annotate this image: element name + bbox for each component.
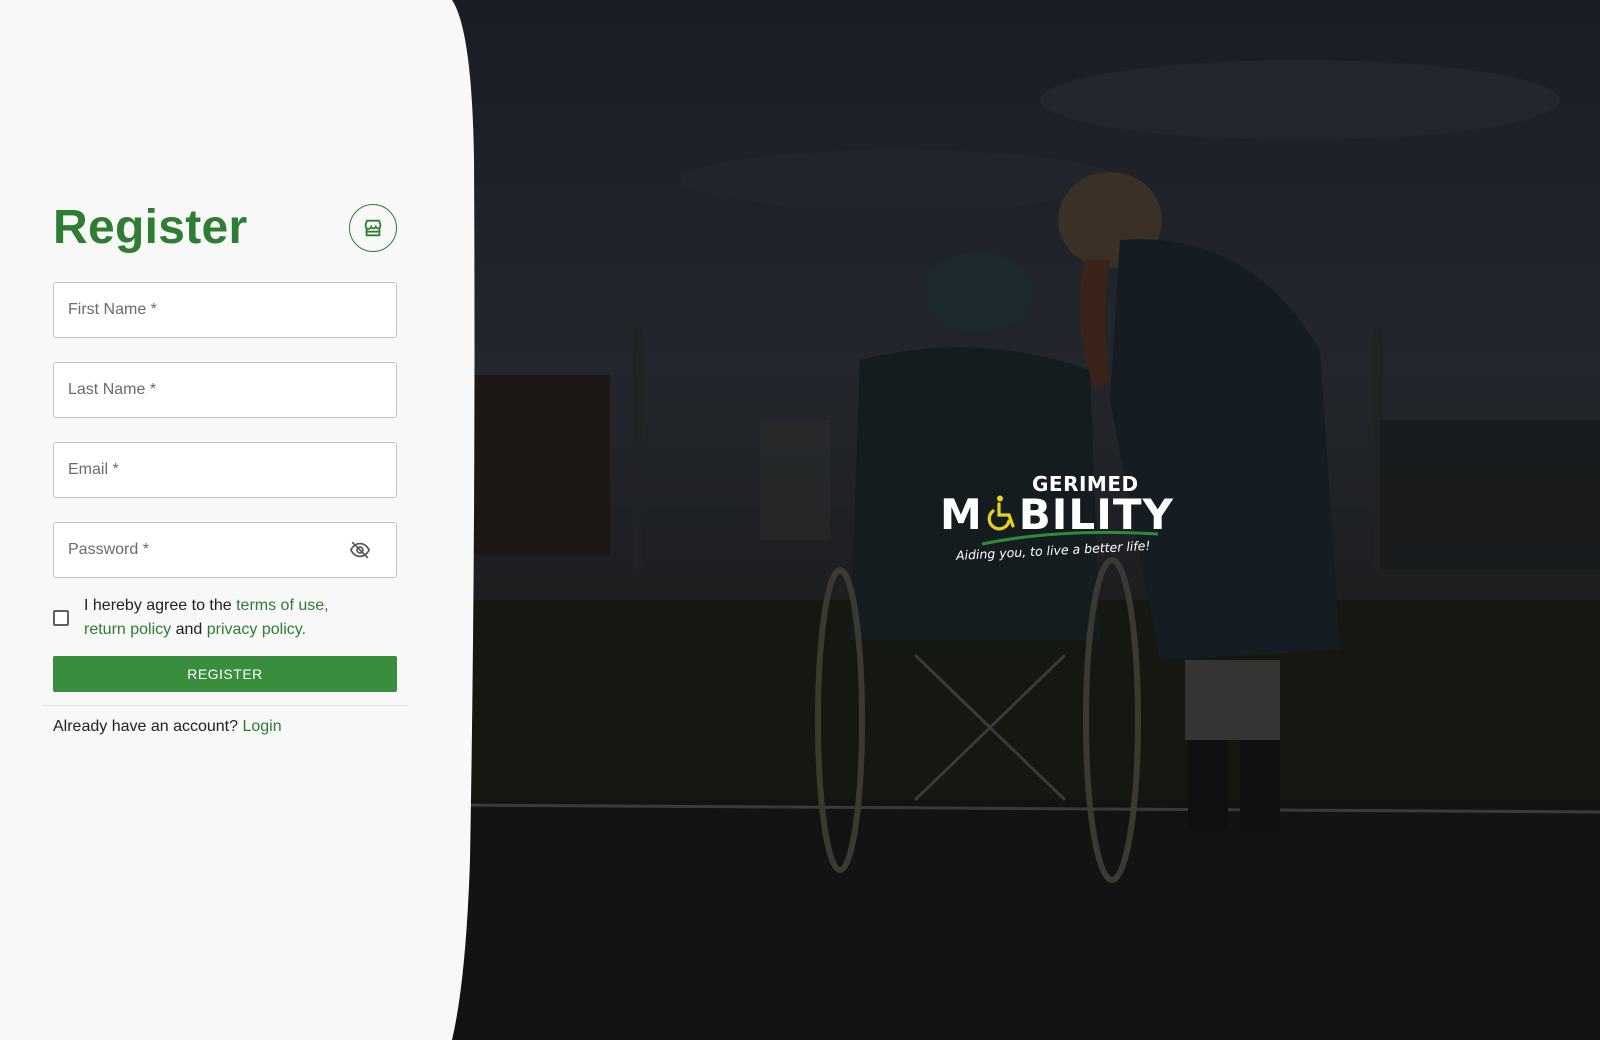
agreement-row: I hereby agree to the terms of use, retur…: [53, 594, 397, 642]
password-input[interactable]: [54, 523, 396, 577]
register-button[interactable]: REGISTER: [53, 656, 397, 692]
form-header: Register: [53, 200, 397, 256]
login-prompt: Already have an account?: [53, 718, 243, 735]
register-form: Register First Name * Last Name * Email …: [42, 200, 408, 736]
return-policy-link[interactable]: return policy: [84, 621, 171, 638]
wheelchair-icon: [983, 492, 1019, 531]
brand-logo: GERIMED M BILITY Aiding you, to live a be…: [940, 468, 1173, 568]
page-title: Register: [53, 201, 248, 254]
agreement-prefix: I hereby agree to the: [84, 597, 237, 614]
divider: [42, 705, 408, 706]
register-page: Register First Name * Last Name * Email …: [0, 0, 1600, 1040]
login-prompt-row: Already have an account? Login: [53, 718, 397, 736]
last-name-input[interactable]: [54, 363, 396, 417]
agree-checkbox[interactable]: [53, 610, 69, 626]
email-field[interactable]: [53, 442, 397, 498]
shop-button[interactable]: [349, 204, 397, 252]
storefront-icon: [362, 217, 384, 239]
first-name-input[interactable]: [54, 283, 396, 337]
eye-off-icon[interactable]: [348, 538, 372, 562]
privacy-policy-link[interactable]: privacy policy.: [207, 621, 306, 638]
password-field[interactable]: [53, 522, 397, 578]
first-name-field[interactable]: [53, 282, 397, 338]
logo-main-before: M: [940, 490, 983, 539]
agreement-text: I hereby agree to the terms of use, retur…: [84, 594, 329, 642]
email-input[interactable]: [54, 443, 396, 497]
login-link[interactable]: Login: [242, 718, 281, 735]
terms-of-use-link[interactable]: terms of use,: [236, 597, 328, 614]
agreement-and: and: [171, 621, 207, 638]
last-name-field[interactable]: [53, 362, 397, 418]
